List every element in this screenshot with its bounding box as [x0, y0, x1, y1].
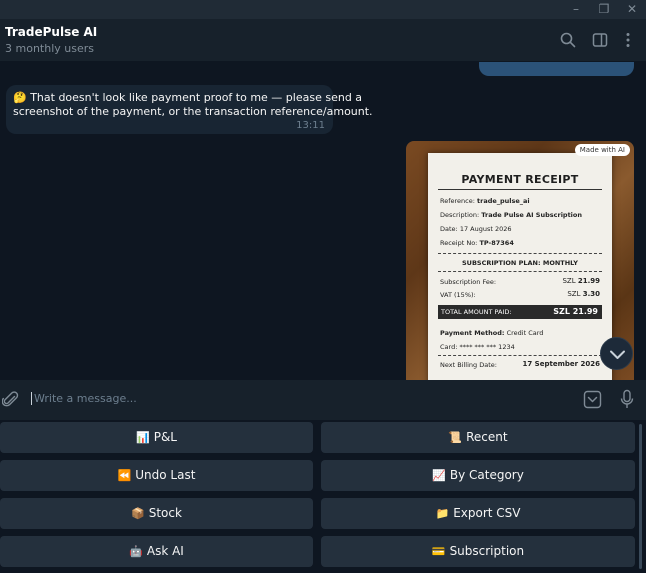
minimize-icon[interactable]: –: [566, 1, 586, 18]
scroll-down-button[interactable]: [600, 337, 633, 370]
message-list[interactable]: 🤔 That doesn't look like payment proof t…: [0, 62, 646, 380]
thinking-emoji-icon: 🤔: [13, 91, 27, 104]
chevron-down-icon: [610, 350, 625, 359]
receipt-card: Card: **** *** *** 1234: [440, 343, 515, 351]
chat-header[interactable]: TradePulse AI 3 monthly users: [0, 19, 646, 62]
package-icon: 📦: [131, 507, 145, 520]
chat-subtitle: 3 monthly users: [5, 42, 94, 55]
receipt-fee: SZL 21.99: [562, 277, 600, 285]
key-stock-button[interactable]: 📦 Stock: [0, 498, 313, 529]
credit-card-icon: 💳: [431, 545, 446, 558]
receipt-description: Description: Trade Pulse AI Subscription: [440, 211, 583, 219]
receipt-rule: [438, 189, 602, 190]
rewind-icon: ⏪: [117, 469, 132, 482]
close-icon[interactable]: ✕: [622, 1, 642, 18]
robot-icon: 🤖: [129, 545, 143, 558]
receipt-number: Receipt No: TP-87364: [440, 239, 514, 247]
key-export-csv-button[interactable]: 📁 Export CSV: [321, 498, 635, 529]
made-with-ai-badge: Made with AI: [574, 144, 630, 156]
incoming-message[interactable]: 🤔 That doesn't look like payment proof t…: [6, 85, 373, 134]
key-undo-last-button[interactable]: ⏪ Undo Last: [0, 460, 313, 491]
keyboard-scrollbar[interactable]: [639, 424, 642, 569]
chat-title[interactable]: TradePulse AI: [5, 25, 97, 39]
previous-outgoing-message: [479, 62, 634, 76]
receipt-image: PAYMENT RECEIPT Reference: trade_pulse_a…: [428, 153, 612, 380]
receipt-vat: SZL 3.30: [567, 290, 600, 298]
key-subscription-button[interactable]: 💳 Subscription: [321, 536, 635, 567]
receipt-reference: Reference: trade_pulse_ai: [440, 197, 530, 205]
key-pnl-button[interactable]: 📊 P&L: [0, 422, 313, 453]
receipt-next-date: 17 September 2026: [522, 360, 601, 368]
scroll-icon: 📜: [448, 431, 463, 444]
receipt-total: TOTAL AMOUNT PAID: SZL 21.99: [438, 305, 602, 319]
sidebar-toggle-icon[interactable]: [591, 31, 609, 49]
bot-keyboard: 📊 P&L 📜 Recent ⏪ Undo Last 📈 By Category 📦 St…: [0, 420, 646, 573]
key-recent-button[interactable]: 📜 Recent: [321, 422, 635, 453]
more-vert-icon[interactable]: [619, 31, 637, 49]
receipt-date: Date: 17 August 2026: [440, 225, 512, 233]
message-text-line-1: 🤔 That doesn't look like payment proof t…: [13, 91, 363, 104]
receipt-dash: [438, 253, 602, 254]
receipt-vat-label: VAT (15%):: [440, 291, 476, 299]
message-time: 13:11: [296, 120, 325, 131]
window-titlebar: – ❐ ✕: [0, 0, 646, 19]
message-text-line-2: screenshot of the payment, or the transa…: [13, 105, 373, 118]
message-composer: Write a message...: [0, 380, 646, 420]
bar-chart-icon: 📊: [136, 431, 150, 444]
restore-icon[interactable]: ❐: [594, 1, 614, 18]
search-icon[interactable]: [559, 31, 577, 49]
message-input[interactable]: Write a message...: [31, 392, 137, 405]
image-message[interactable]: PAYMENT RECEIPT Reference: trade_pulse_a…: [406, 141, 634, 380]
receipt-method: Payment Method: Credit Card: [440, 329, 544, 337]
receipt-title: PAYMENT RECEIPT: [461, 173, 579, 186]
attach-icon[interactable]: [2, 391, 20, 409]
receipt-next-label: Next Billing Date:: [440, 361, 497, 369]
key-by-category-button[interactable]: 📈 By Category: [321, 460, 635, 491]
microphone-icon[interactable]: [619, 389, 635, 410]
receipt-plan: SUBSCRIPTION PLAN: MONTHLY: [461, 259, 579, 267]
key-ask-ai-button[interactable]: 🤖 Ask AI: [0, 536, 313, 567]
receipt-dash: [438, 355, 602, 356]
bot-keyboard-icon[interactable]: [583, 390, 602, 409]
receipt-fee-label: Subscription Fee:: [440, 278, 497, 286]
receipt-dash: [438, 271, 602, 272]
trend-chart-icon: 📈: [432, 469, 446, 482]
folder-icon: 📁: [435, 507, 450, 520]
